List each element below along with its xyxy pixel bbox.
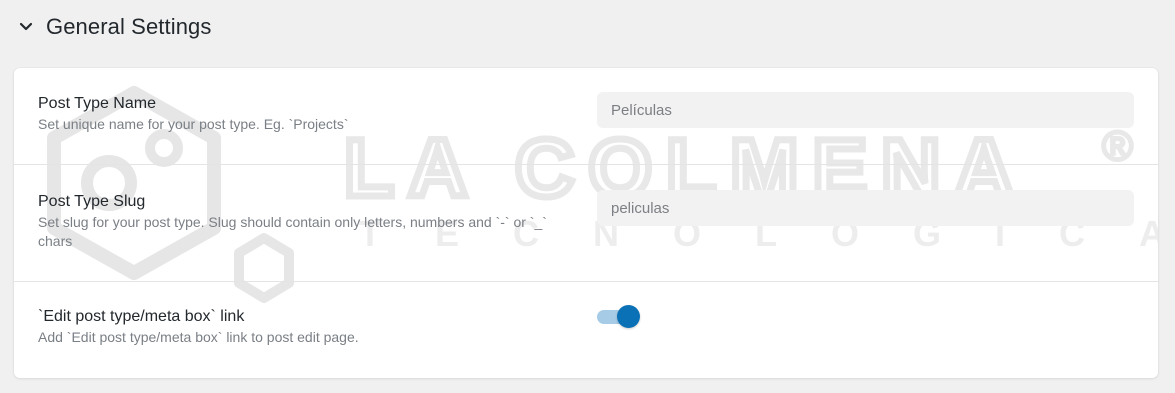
- post-type-slug-row: Post Type Slug Set slug for your post ty…: [14, 165, 1158, 282]
- settings-page: General Settings LA COLMENA ® TECNOLÓGIC…: [0, 0, 1175, 393]
- post-type-name-label-block: Post Type Name Set unique name for your …: [38, 94, 568, 134]
- post-type-name-input[interactable]: Películas: [597, 92, 1134, 128]
- post-type-name-label: Post Type Name: [38, 95, 156, 112]
- chevron-down-icon[interactable]: [18, 19, 34, 35]
- edit-link-description: Add `Edit post type/meta box` link to po…: [38, 329, 359, 345]
- edit-link-row: `Edit post type/meta box` link Add `Edit…: [14, 282, 1158, 378]
- post-type-slug-label: Post Type Slug: [38, 193, 146, 210]
- edit-link-toggle[interactable]: [597, 305, 641, 329]
- toggle-knob[interactable]: [617, 305, 640, 328]
- edit-link-label-block: `Edit post type/meta box` link Add `Edit…: [38, 307, 568, 347]
- post-type-slug-input[interactable]: peliculas: [597, 190, 1134, 226]
- general-settings-toggle[interactable]: General Settings: [18, 12, 211, 42]
- post-type-name-row: Post Type Name Set unique name for your …: [14, 68, 1158, 165]
- settings-card: LA COLMENA ® TECNOLÓGICA Post Type Name …: [14, 68, 1158, 378]
- section-title: General Settings: [46, 14, 212, 39]
- edit-link-label: `Edit post type/meta box` link: [38, 308, 245, 325]
- post-type-slug-label-block: Post Type Slug Set slug for your post ty…: [38, 192, 568, 251]
- post-type-name-description: Set unique name for your post type. Eg. …: [38, 116, 349, 132]
- post-type-slug-description: Set slug for your post type. Slug should…: [38, 214, 547, 249]
